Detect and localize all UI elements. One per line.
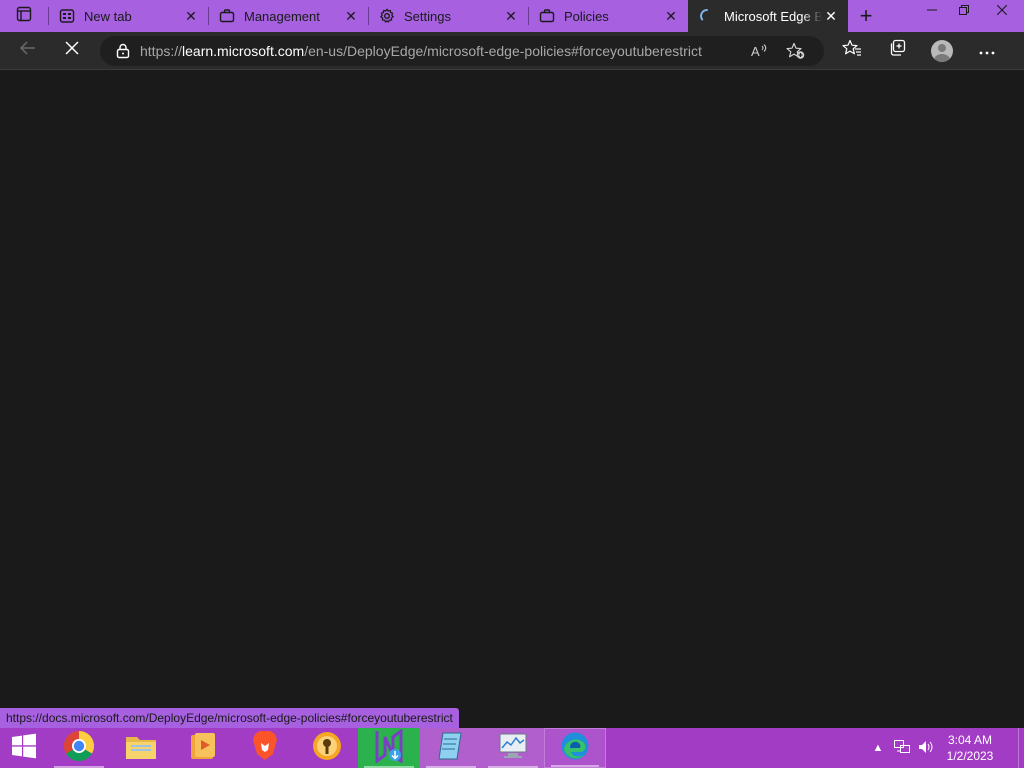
taskbar-brave[interactable]	[234, 728, 296, 768]
close-icon[interactable]: ✕	[662, 7, 680, 25]
network-icon	[894, 739, 910, 757]
taskbar-resource-monitor[interactable]	[482, 728, 544, 768]
tab-actions-icon	[16, 6, 32, 27]
back-arrow-icon	[19, 39, 37, 62]
restore-button[interactable]	[948, 0, 980, 22]
restore-icon	[959, 4, 969, 18]
tab-label: Settings	[404, 8, 451, 24]
installer-download-icon	[373, 727, 405, 768]
tab-label: New tab	[84, 8, 132, 24]
profile-button[interactable]	[920, 35, 964, 67]
window-controls	[916, 0, 1024, 32]
url-scheme: https://	[140, 42, 183, 59]
network-button[interactable]	[890, 728, 914, 768]
favorites-button[interactable]	[830, 35, 874, 67]
taskbar-vpn[interactable]	[296, 728, 358, 768]
tab-actions-button[interactable]	[0, 0, 48, 32]
taskbar-file-explorer[interactable]	[110, 728, 172, 768]
tab-label: Microsoft Edge Br	[724, 8, 822, 24]
url-host: learn.microsoft.com	[182, 42, 305, 59]
tab-label: Management	[244, 8, 320, 24]
close-icon	[996, 4, 1008, 18]
briefcase-icon	[538, 7, 556, 25]
start-button[interactable]	[0, 728, 48, 768]
clock-time: 3:04 AM	[947, 733, 993, 747]
toolbar-right-tools	[830, 35, 1010, 67]
chrome-icon	[63, 730, 95, 767]
show-desktop-button[interactable]	[1018, 728, 1024, 768]
minimize-icon	[927, 4, 937, 18]
brave-lion-icon	[251, 730, 279, 767]
close-icon[interactable]: ✕	[822, 7, 840, 25]
svg-text:A: A	[751, 44, 760, 59]
minimize-button[interactable]	[916, 0, 948, 22]
url-text[interactable]: https://learn.microsoft.com/en-us/Deploy…	[140, 43, 742, 59]
collections-icon	[888, 39, 906, 62]
resource-monitor-icon	[498, 732, 528, 765]
close-icon[interactable]: ✕	[182, 7, 200, 25]
link-status-bubble: https://docs.microsoft.com/DeployEdge/mi…	[0, 708, 459, 728]
new-tab-icon	[58, 7, 76, 25]
tab-settings[interactable]: Settings ✕	[368, 0, 528, 32]
tab-new-tab[interactable]: New tab ✕	[48, 0, 208, 32]
tab-management[interactable]: Management ✕	[208, 0, 368, 32]
show-hidden-icons-button[interactable]: ▲	[866, 728, 890, 768]
address-bar[interactable]: https://learn.microsoft.com/en-us/Deploy…	[100, 35, 824, 66]
more-options-icon	[979, 42, 995, 60]
notepad-icon	[437, 731, 465, 766]
gear-icon	[378, 7, 396, 25]
vpn-key-icon	[312, 731, 342, 766]
tab-policies[interactable]: Policies ✕	[528, 0, 688, 32]
windows-taskbar: ▲ 3:04 AM 1/2/2023	[0, 727, 1024, 768]
taskbar-edge[interactable]	[544, 728, 606, 768]
tab-microsoft-edge-browser-policies[interactable]: Microsoft Edge Br ✕	[688, 0, 848, 32]
windows-logo-icon	[11, 733, 37, 764]
taskbar-chrome[interactable]	[48, 728, 110, 768]
taskbar-media-player[interactable]	[172, 728, 234, 768]
briefcase-icon	[218, 7, 236, 25]
settings-and-more-button[interactable]	[964, 35, 1010, 67]
collections-button[interactable]	[874, 35, 920, 67]
tab-label: Policies	[564, 8, 609, 24]
browser-toolbar: https://learn.microsoft.com/en-us/Deploy…	[0, 32, 1024, 70]
close-icon[interactable]: ✕	[502, 7, 520, 25]
chevron-up-icon: ▲	[872, 742, 884, 754]
back-button[interactable]	[8, 35, 48, 67]
close-icon[interactable]: ✕	[342, 7, 360, 25]
plus-icon: +	[859, 3, 873, 28]
page-content-area: https://docs.microsoft.com/DeployEdge/mi…	[0, 71, 1024, 728]
volume-button[interactable]	[914, 728, 938, 768]
system-tray: ▲ 3:04 AM 1/2/2023	[866, 728, 1024, 768]
window-close-button[interactable]	[980, 0, 1024, 22]
media-player-icon	[189, 731, 217, 766]
url-path: /en-us/DeployEdge/microsoft-edge-policie…	[304, 42, 702, 59]
speaker-icon	[918, 740, 934, 757]
loading-spinner-icon	[698, 7, 716, 25]
add-favorite-icon[interactable]	[778, 38, 814, 64]
lock-icon[interactable]	[114, 42, 132, 60]
favorites-icon	[842, 39, 862, 62]
clock-date: 1/2/2023	[946, 749, 994, 763]
new-tab-button[interactable]: +	[848, 0, 884, 32]
clock[interactable]: 3:04 AM 1/2/2023	[938, 728, 1002, 768]
tab-strip: New tab ✕ Management ✕ Settings ✕ Polici…	[0, 0, 1024, 32]
stop-icon	[65, 41, 79, 60]
stop-loading-button[interactable]	[52, 35, 92, 67]
avatar	[931, 39, 953, 62]
edge-icon	[560, 731, 590, 766]
taskbar-installer[interactable]	[358, 727, 420, 768]
taskbar-notepad[interactable]	[420, 728, 482, 768]
read-aloud-icon[interactable]: A	[742, 38, 778, 64]
folder-icon	[125, 731, 157, 766]
